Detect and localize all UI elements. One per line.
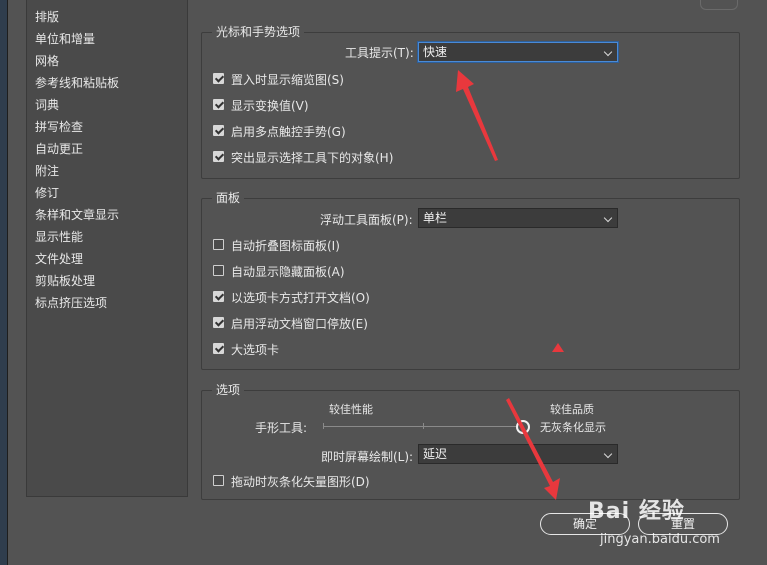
annotation-arrow bbox=[456, 70, 498, 161]
watermark-url: jingyan.baidu.com bbox=[600, 532, 720, 547]
watermark-brand: Bai 经验 bbox=[588, 499, 685, 524]
annotation-arrow bbox=[506, 398, 560, 500]
annotation-overlay bbox=[456, 70, 564, 500]
annotation-marker bbox=[552, 343, 564, 352]
